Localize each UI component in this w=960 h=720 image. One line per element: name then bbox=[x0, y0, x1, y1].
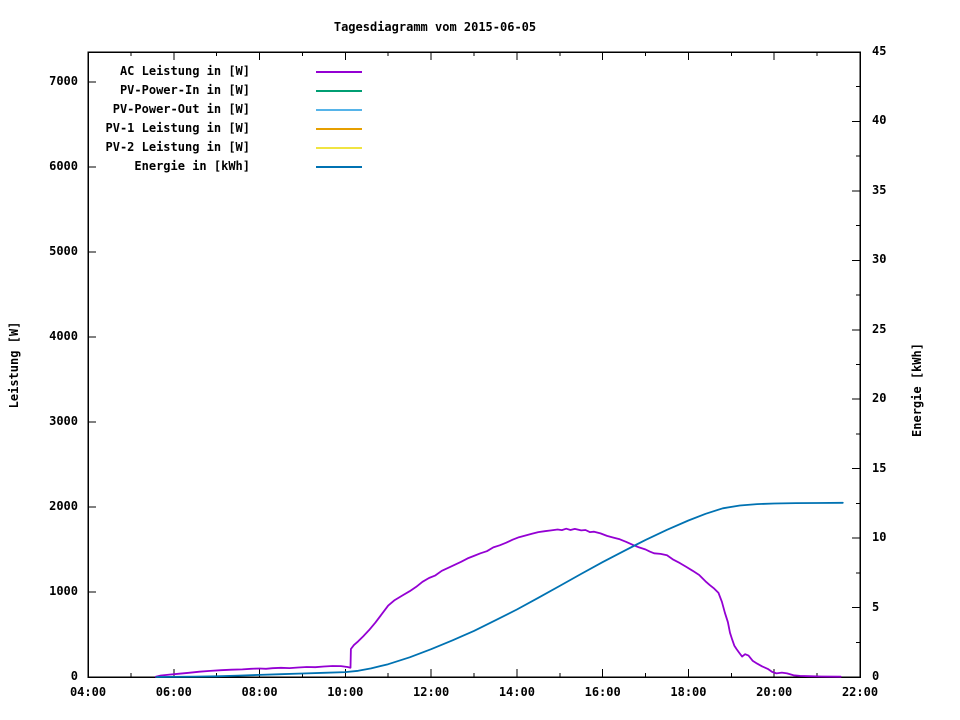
x-tick-label: 10:00 bbox=[327, 685, 364, 699]
y2-tick-label: 45 bbox=[872, 44, 887, 58]
legend-label: Energie in [kWh] bbox=[134, 159, 250, 173]
legend-label: AC Leistung in [W] bbox=[119, 64, 250, 78]
x-tick-label: 22:00 bbox=[841, 685, 879, 699]
x-tick-label: 12:00 bbox=[413, 685, 450, 699]
legend-line-sample bbox=[316, 90, 362, 92]
legend-line-sample bbox=[316, 166, 362, 168]
legend-label: PV-2 Leistung in [W] bbox=[105, 140, 251, 154]
x-tick-label: 18:00 bbox=[670, 685, 707, 699]
y2-tick-label: 10 bbox=[872, 530, 887, 545]
tagesdiagramm-chart: Tagesdiagramm vom 2015-06-05 Leistung [W… bbox=[0, 0, 960, 720]
x-tick-label: 04:00 bbox=[69, 685, 107, 699]
y1-tick-label: 0 bbox=[70, 669, 78, 683]
x-tick-label: 16:00 bbox=[584, 685, 621, 699]
y2-tick-label: 40 bbox=[872, 113, 887, 128]
legend-line-sample bbox=[316, 109, 362, 111]
x-tick-label: 14:00 bbox=[498, 685, 535, 699]
legend-label: PV-Power-Out in [W] bbox=[112, 102, 250, 116]
series-line-energie-in-kwh bbox=[155, 501, 844, 678]
y1-tick-label: 1000 bbox=[49, 584, 78, 598]
y2-tick-label: 30 bbox=[872, 252, 887, 267]
y2-tick-label: 35 bbox=[872, 182, 887, 197]
y2-tick-label: 20 bbox=[872, 391, 887, 406]
y1-tick-label: 6000 bbox=[49, 159, 78, 173]
y1-tick-label: 7000 bbox=[49, 74, 78, 88]
x-tick-label: 08:00 bbox=[241, 685, 278, 699]
y1-tick-label: 4000 bbox=[49, 329, 78, 343]
x-tick-label: 20:00 bbox=[756, 685, 793, 699]
legend-line-sample bbox=[316, 147, 362, 149]
y1-tick-label: 2000 bbox=[49, 499, 78, 513]
y2-tick-label: 25 bbox=[872, 321, 887, 336]
y1-tick-label: 3000 bbox=[49, 414, 78, 428]
y1-tick-label: 5000 bbox=[49, 244, 78, 258]
series-line-ac-leistung-in-w bbox=[154, 527, 842, 678]
y2-tick-label: 15 bbox=[872, 460, 887, 475]
legend-line-sample bbox=[316, 128, 362, 130]
legend-label: PV-1 Leistung in [W] bbox=[105, 121, 251, 135]
legend-line-sample bbox=[316, 71, 362, 73]
y2-tick-label: 0 bbox=[872, 669, 880, 683]
y2-tick-label: 5 bbox=[872, 599, 880, 614]
x-tick-label: 06:00 bbox=[155, 685, 192, 699]
legend-label: PV-Power-In in [W] bbox=[119, 83, 250, 97]
